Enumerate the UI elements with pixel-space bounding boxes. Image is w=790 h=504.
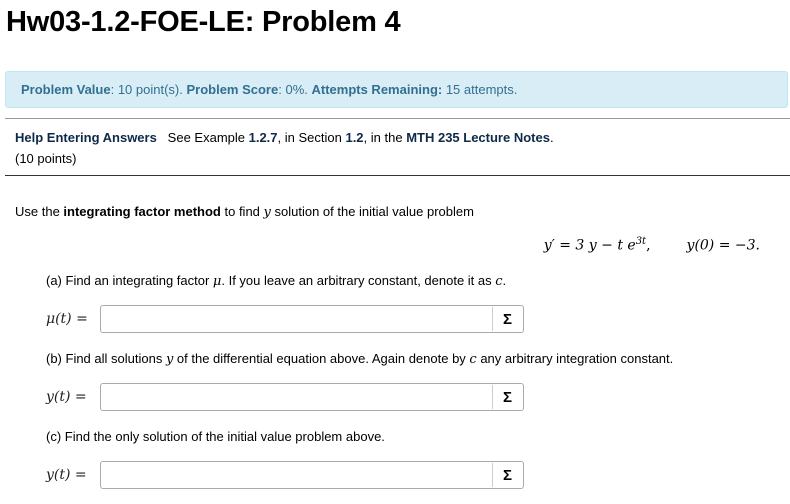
problem-value-text: : 10 point(s).: [110, 82, 187, 97]
problem-score-text: : 0%.: [278, 82, 312, 97]
lecture-notes-ref: MTH 235 Lecture Notes: [406, 130, 550, 145]
attempts-label: Attempts Remaining:: [311, 82, 443, 97]
problem-value-label: Problem Value: [21, 82, 111, 97]
part-c-answer-input[interactable]: [102, 463, 490, 487]
question-text: of the differential equation above. Agai…: [173, 351, 470, 366]
equation-lhs: y′ = 3 y − t e: [543, 237, 636, 254]
part-b-answer-box: Σ: [100, 383, 524, 411]
initial-condition: y(0) = −3.: [686, 237, 760, 254]
problem-info-bar: Problem Value: 10 point(s). Problem Scor…: [5, 71, 788, 108]
question-text: .: [502, 273, 507, 288]
question-text: (b) Find all solutions: [46, 351, 166, 366]
part-c-answer-box: Σ: [100, 461, 524, 489]
question-var: c: [495, 274, 503, 289]
part-a-label: μ(t) =: [46, 311, 88, 327]
divider: [5, 118, 790, 119]
help-line: Help Entering Answers See Example 1.2.7,…: [15, 130, 554, 145]
part-c-question: (c) Find the only solution of the initia…: [46, 429, 385, 444]
help-text: .: [549, 130, 554, 145]
problem-intro: Use the integrating factor method to fin…: [15, 204, 474, 220]
help-example: 1.2.7: [248, 130, 278, 145]
divider: [5, 175, 790, 176]
help-text: See Example: [167, 130, 249, 145]
intro-method: integrating factor method: [63, 204, 221, 219]
points-text: (10 points): [15, 151, 77, 166]
attempts-text: 15 attempts.: [442, 82, 518, 97]
page-title: Hw03-1.2-FOE-LE: Problem 4: [6, 6, 401, 38]
intro-var: y: [263, 205, 271, 220]
question-var: c: [469, 352, 477, 367]
part-b-answer-input[interactable]: [102, 385, 490, 409]
part-a-answer-box: Σ: [100, 305, 524, 333]
question-text: any arbitrary integration constant.: [476, 351, 674, 366]
part-c-label: y(t) =: [46, 467, 87, 483]
intro-text: to find: [220, 204, 264, 219]
equation-editor-button[interactable]: Σ: [492, 307, 522, 331]
problem-score-label: Problem Score: [186, 82, 279, 97]
question-text: (c) Find the only solution of the initia…: [46, 429, 385, 444]
equation-editor-button[interactable]: Σ: [492, 463, 522, 487]
equation-comma: ,: [646, 237, 651, 254]
intro-text: solution of the initial value problem: [270, 204, 474, 219]
equation-editor-button[interactable]: Σ: [492, 385, 522, 409]
initial-value-equation: y′ = 3 y − t e3t, y(0) = −3.: [544, 236, 760, 254]
help-text: , in the: [363, 130, 407, 145]
help-section: 1.2: [345, 130, 364, 145]
help-text: , in Section: [277, 130, 346, 145]
part-b-question: (b) Find all solutions y of the differen…: [46, 351, 673, 367]
equation-exponent: 3t: [635, 236, 647, 247]
part-b-label: y(t) =: [46, 389, 87, 405]
question-text: . If you leave an arbitrary constant, de…: [221, 273, 496, 288]
question-text: (a) Find an integrating factor: [46, 273, 213, 288]
intro-text: Use the: [15, 204, 64, 219]
part-a-answer-input[interactable]: [102, 307, 490, 331]
help-entering-answers-link[interactable]: Help Entering Answers: [15, 130, 157, 145]
part-a-question: (a) Find an integrating factor μ. If you…: [46, 273, 506, 289]
